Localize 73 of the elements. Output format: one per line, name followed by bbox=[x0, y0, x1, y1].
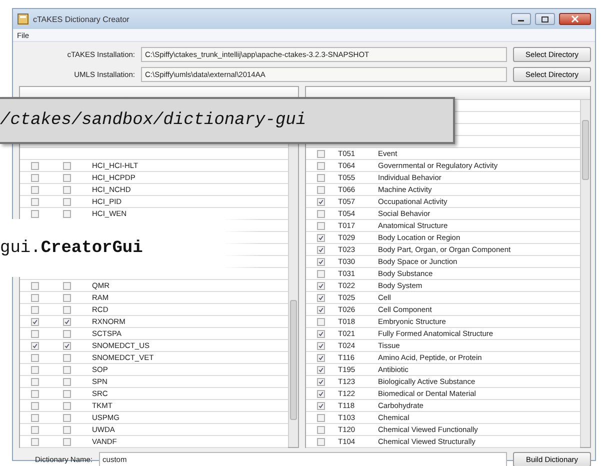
checkbox[interactable] bbox=[63, 294, 71, 302]
checkbox[interactable] bbox=[63, 186, 71, 194]
checkbox[interactable] bbox=[317, 354, 325, 362]
checkbox[interactable] bbox=[317, 258, 325, 266]
checkbox[interactable] bbox=[31, 330, 39, 338]
close-icon bbox=[571, 15, 579, 23]
checkbox[interactable] bbox=[317, 294, 325, 302]
checkbox[interactable] bbox=[317, 342, 325, 350]
checkbox[interactable] bbox=[31, 414, 39, 422]
checkbox[interactable] bbox=[31, 366, 39, 374]
checkbox[interactable] bbox=[63, 378, 71, 386]
checkbox[interactable] bbox=[317, 246, 325, 254]
checkbox[interactable] bbox=[317, 318, 325, 326]
checkbox[interactable] bbox=[31, 354, 39, 362]
checkbox[interactable] bbox=[317, 150, 325, 158]
checkbox[interactable] bbox=[317, 282, 325, 290]
checkbox[interactable] bbox=[31, 318, 39, 326]
checkbox[interactable] bbox=[31, 186, 39, 194]
window-title: cTAKES Dictionary Creator bbox=[33, 14, 130, 24]
checkbox[interactable] bbox=[317, 330, 325, 338]
checkbox[interactable] bbox=[317, 366, 325, 374]
checkbox[interactable] bbox=[63, 210, 71, 218]
checkbox[interactable] bbox=[31, 390, 39, 398]
checkbox[interactable] bbox=[63, 318, 71, 326]
checkbox[interactable] bbox=[317, 186, 325, 194]
checkbox[interactable] bbox=[31, 378, 39, 386]
checkbox[interactable] bbox=[63, 282, 71, 290]
caption-text: gui.CreatorGui bbox=[0, 238, 143, 258]
checkbox[interactable] bbox=[63, 426, 71, 434]
checkbox[interactable] bbox=[63, 414, 71, 422]
checkbox[interactable] bbox=[317, 438, 325, 446]
maximize-button[interactable] bbox=[535, 13, 555, 25]
checkbox[interactable] bbox=[317, 174, 325, 182]
checkbox[interactable] bbox=[31, 438, 39, 446]
checkbox[interactable] bbox=[63, 402, 71, 410]
checkbox[interactable] bbox=[31, 402, 39, 410]
checkbox[interactable] bbox=[317, 390, 325, 398]
checkbox[interactable] bbox=[63, 390, 71, 398]
checkbox[interactable] bbox=[63, 342, 71, 350]
checkbox[interactable] bbox=[63, 198, 71, 206]
scrollbar[interactable] bbox=[580, 100, 590, 447]
checkbox[interactable] bbox=[317, 210, 325, 218]
close-button[interactable] bbox=[559, 13, 591, 25]
checkbox[interactable] bbox=[31, 174, 39, 182]
checkbox[interactable] bbox=[317, 378, 325, 386]
checkbox[interactable] bbox=[31, 294, 39, 302]
checkbox[interactable] bbox=[317, 426, 325, 434]
checkbox[interactable] bbox=[31, 426, 39, 434]
checkbox[interactable] bbox=[63, 174, 71, 182]
checkbox[interactable] bbox=[317, 198, 325, 206]
checkbox[interactable] bbox=[31, 210, 39, 218]
checkbox[interactable] bbox=[317, 270, 325, 278]
checkbox[interactable] bbox=[317, 162, 325, 170]
checkbox[interactable] bbox=[317, 414, 325, 422]
checkbox[interactable] bbox=[317, 234, 325, 242]
checkbox[interactable] bbox=[31, 306, 39, 314]
checkbox[interactable] bbox=[63, 438, 71, 446]
checkbox[interactable] bbox=[317, 222, 325, 230]
checkbox[interactable] bbox=[63, 366, 71, 374]
caption-text: /ctakes/sandbox/dictionary-gui bbox=[0, 111, 306, 130]
checkbox[interactable] bbox=[31, 162, 39, 170]
checkbox[interactable] bbox=[63, 330, 71, 338]
checkbox[interactable] bbox=[31, 282, 39, 290]
checkbox[interactable] bbox=[63, 162, 71, 170]
checkbox[interactable] bbox=[31, 198, 39, 206]
checkbox[interactable] bbox=[31, 342, 39, 350]
minimize-button[interactable] bbox=[511, 13, 531, 25]
checkbox[interactable] bbox=[317, 306, 325, 314]
maximize-icon bbox=[541, 16, 549, 22]
checkbox[interactable] bbox=[317, 402, 325, 410]
checkbox[interactable] bbox=[63, 354, 71, 362]
checkbox[interactable] bbox=[63, 306, 71, 314]
app-icon bbox=[17, 13, 29, 25]
